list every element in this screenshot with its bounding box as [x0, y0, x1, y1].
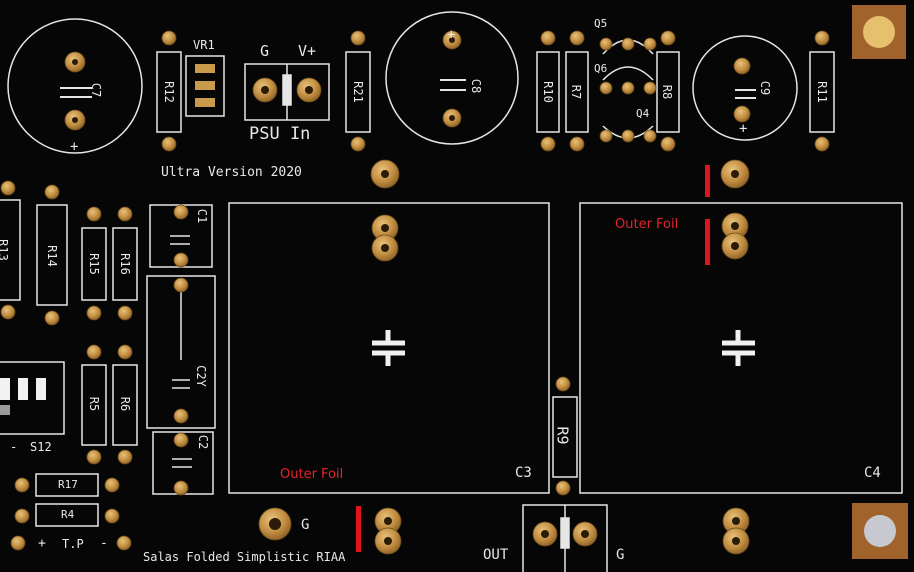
ref-r12: R12: [161, 81, 176, 103]
ref-c2: C2: [196, 434, 211, 450]
ref-r5: R5: [87, 396, 102, 412]
ref-s12: S12: [30, 440, 52, 454]
ref-r21: R21: [350, 81, 365, 103]
c7-plus-sign: +: [70, 139, 79, 155]
c9-plus-sign: +: [739, 121, 748, 137]
ground-pad-label: G: [301, 517, 310, 533]
psu-ground-label: G: [260, 42, 270, 60]
switch-minus: -: [10, 440, 18, 454]
ref-c3: C3: [515, 465, 532, 481]
outer-foil-note-bottom: Outer Foil: [280, 467, 344, 482]
ref-q5: Q5: [594, 17, 608, 30]
red-marker-c4-upper: [705, 165, 710, 197]
psu-positive-label: V+: [298, 42, 317, 60]
ref-r16: R16: [117, 253, 132, 275]
ref-c9: C9: [758, 80, 773, 96]
psu-in-label: PSU In: [249, 124, 311, 144]
ref-r10: R10: [540, 81, 555, 103]
red-marker-c3-bottom: [356, 506, 361, 552]
ref-q4: Q4: [636, 107, 650, 120]
ref-r14: R14: [44, 245, 59, 267]
ref-r6: R6: [118, 396, 133, 412]
ref-c2y: C2Y: [193, 365, 208, 387]
ref-r7: R7: [569, 84, 584, 100]
q6-outline: [602, 66, 654, 81]
ref-r11: R11: [814, 81, 829, 103]
ref-q6: Q6: [594, 62, 608, 75]
ref-c7: C7: [89, 82, 104, 98]
pcb-board: Ultra Version 2020 Salas Folded Simplist…: [0, 0, 914, 572]
board-title: Ultra Version 2020: [161, 165, 302, 180]
pcb-artwork: [0, 5, 908, 572]
ref-c1: C1: [195, 208, 210, 224]
c8-plus-sign: +: [447, 27, 456, 43]
test-point-label: T.P: [62, 537, 84, 551]
ref-r8: R8: [660, 84, 675, 100]
ref-vr1: VR1: [193, 38, 215, 52]
ref-r15: R15: [86, 253, 101, 275]
ref-r17: R17: [58, 478, 78, 491]
board-footer: Salas Folded Simplistic RIAA: [143, 550, 346, 564]
ref-c8: C8: [469, 78, 484, 94]
ref-r13: R13: [0, 239, 10, 261]
red-marker-c4-lower: [705, 219, 710, 265]
ref-c4: C4: [864, 465, 881, 481]
output-ground-label: G: [616, 547, 625, 563]
test-point-plus: +: [38, 536, 46, 551]
outer-foil-note-top: Outer Foil: [615, 217, 679, 232]
test-point-minus: -: [100, 536, 108, 551]
c7-outline: [7, 18, 143, 154]
ref-r4: R4: [61, 508, 75, 521]
output-label: OUT: [483, 547, 509, 563]
ref-r9: R9: [553, 426, 572, 445]
